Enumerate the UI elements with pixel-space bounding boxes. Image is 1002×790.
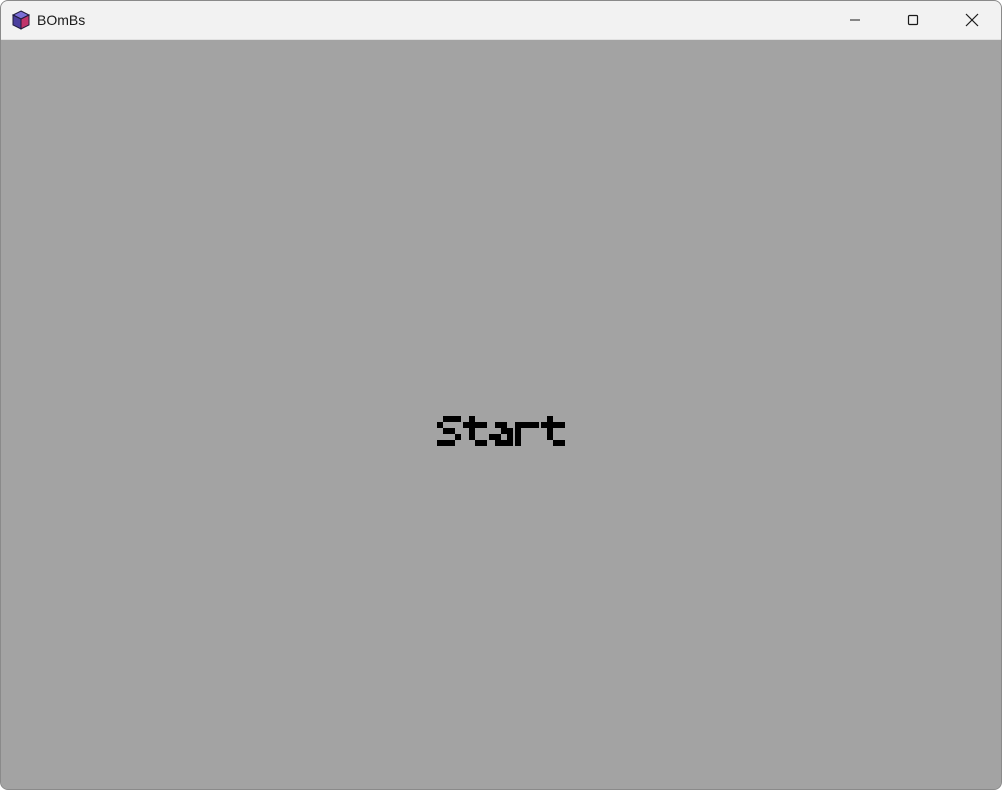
start-pixel [515,428,521,434]
start-pixel [437,440,443,446]
start-pixel-text [437,416,565,446]
start-pixel [469,434,475,440]
start-pixel [559,440,565,446]
start-pixel [455,434,461,440]
start-pixel [507,428,513,434]
start-pixel [443,440,449,446]
start-pixel [475,422,481,428]
start-pixel [547,422,553,428]
start-pixel [449,416,455,422]
start-pixel [553,440,559,446]
start-pixel [547,434,553,440]
maximize-icon [907,14,919,26]
start-pixel [521,422,527,428]
start-pixel [449,428,455,434]
game-canvas[interactable]: Start [1,40,1001,789]
minimize-icon [850,19,860,21]
window-title: BOmBs [37,12,86,28]
start-pixel [495,440,501,446]
start-pixel [469,422,475,428]
start-pixel [481,440,487,446]
start-pixel [515,434,521,440]
start-pixel [547,416,553,422]
title-bar[interactable]: BOmBs [1,1,1001,40]
start-pixel [507,434,513,440]
start-pixel [501,428,507,434]
start-pixel [501,440,507,446]
start-pixel [501,422,507,428]
start-pixel [489,434,495,440]
start-pixel [437,422,443,428]
start-pixel [463,422,469,428]
start-pixel [553,422,559,428]
minimize-button[interactable] [826,1,884,39]
start-pixel [449,440,455,446]
start-pixel [515,440,521,446]
start-pixel [455,416,461,422]
start-pixel [469,428,475,434]
close-icon [965,13,979,27]
start-pixel [507,440,513,446]
start-pixel [481,422,487,428]
start-pixel [469,416,475,422]
start-pixel [547,428,553,434]
start-pixel [527,422,533,428]
maximize-button[interactable] [884,1,942,39]
start-button[interactable]: Start [433,409,565,453]
start-pixel [443,416,449,422]
start-pixel [533,422,539,428]
start-pixel [443,428,449,434]
close-button[interactable] [943,1,1001,39]
start-pixel [515,422,521,428]
start-pixel [541,422,547,428]
start-pixel [495,434,501,440]
start-pixel [475,440,481,446]
start-pixel [495,422,501,428]
cube-app-icon [11,10,31,30]
start-pixel [559,422,565,428]
app-window: BOmBs Start [0,0,1002,790]
